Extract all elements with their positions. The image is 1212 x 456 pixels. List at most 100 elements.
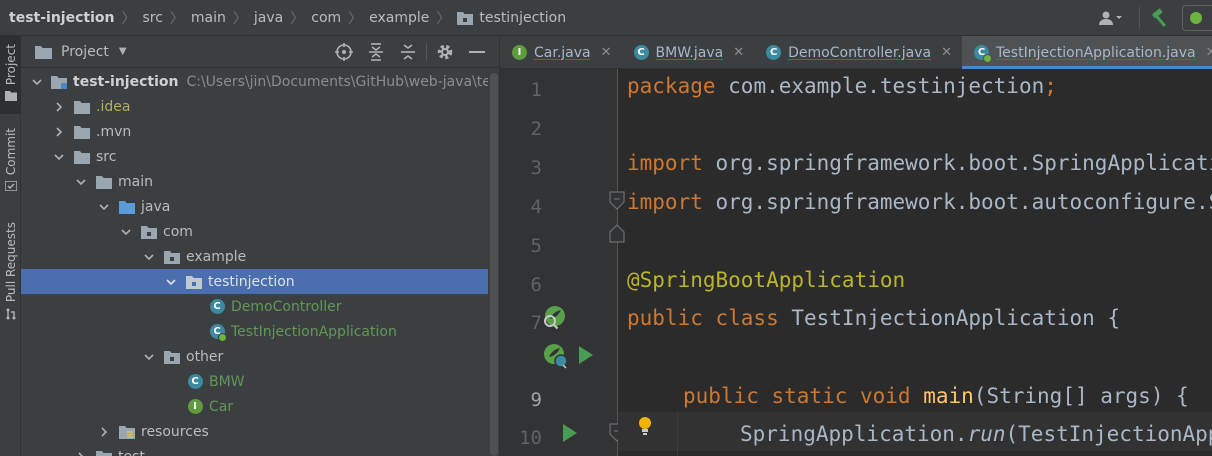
project-tool-window: Project ▼ test-injection C:\Users\jin\Do… <box>21 36 500 456</box>
close-icon[interactable]: ✕ <box>601 45 612 60</box>
chevron-down-icon[interactable] <box>74 175 88 189</box>
tree-item-mvn[interactable]: .mvn <box>21 119 489 144</box>
tree-item-com[interactable]: com <box>21 219 489 244</box>
line-number: 3 <box>530 157 542 179</box>
folder-icon <box>96 449 112 456</box>
code-line-3: import org.springframework.boot.SpringAp… <box>627 151 1212 175</box>
line-number: 1 <box>530 79 542 101</box>
run-configuration-selector[interactable] <box>1182 5 1212 31</box>
chevron-down-icon[interactable] <box>31 75 43 89</box>
project-path: C:\Users\jin\Documents\GitHub\web-java\t… <box>186 73 489 90</box>
code-area[interactable]: package com.example.testinjection; impor… <box>618 69 1212 456</box>
project-view-selector[interactable]: Project ▼ <box>21 44 127 60</box>
tree-label: test-injection <box>73 73 179 90</box>
breadcrumb-example[interactable]: example <box>369 10 429 26</box>
tree-label: .mvn <box>96 123 132 140</box>
tab-testinjectionapplication-java[interactable]: C TestInjectionApplication.java ✕ <box>962 36 1212 69</box>
folder-icon <box>96 174 112 190</box>
tree-item-java[interactable]: java <box>21 194 489 219</box>
lightbulb-icon[interactable] <box>637 416 653 436</box>
breadcrumb-testinjection[interactable]: testinjection <box>457 10 566 26</box>
project-tree: test-injection C:\Users\jin\Documents\Gi… <box>21 69 489 456</box>
breadcrumb-com[interactable]: com <box>311 10 341 26</box>
stripe-commit-button[interactable]: Commit <box>0 128 21 208</box>
build-button[interactable] <box>1146 0 1174 36</box>
tree-item-src[interactable]: src <box>21 144 489 169</box>
tool-window-stripe: Project Commit Pull Requests <box>0 36 21 456</box>
package-icon <box>141 224 157 240</box>
tree-item-resources[interactable]: resources <box>21 419 489 444</box>
chevron-right-icon[interactable] <box>52 100 66 114</box>
select-opened-file-button[interactable] <box>328 36 360 68</box>
folder-icon <box>74 99 90 115</box>
breadcrumb-src[interactable]: src <box>142 10 162 26</box>
close-icon[interactable]: ✕ <box>1206 45 1212 60</box>
breadcrumb-java[interactable]: java <box>254 10 283 26</box>
chevron-right-icon[interactable] <box>52 125 66 139</box>
tree-item-car[interactable]: I Car <box>21 394 489 419</box>
stripe-pull-requests-button[interactable]: Pull Requests <box>0 222 21 324</box>
collapse-all-icon <box>401 44 415 60</box>
hide-panel-button[interactable] <box>461 36 493 68</box>
collapse-all-button[interactable] <box>392 36 424 68</box>
breadcrumb-separator: 〉 <box>169 10 184 27</box>
close-icon[interactable]: ✕ <box>941 45 952 60</box>
tree-item-democontroller[interactable]: C DemoController <box>21 294 489 319</box>
close-icon[interactable]: ✕ <box>733 45 744 60</box>
expand-all-button[interactable] <box>360 36 392 68</box>
tree-item-idea[interactable]: .idea <box>21 94 489 119</box>
package-icon <box>164 249 180 265</box>
tab-bmw-java[interactable]: C BMW.java ✕ <box>622 36 755 69</box>
chevron-down-icon[interactable] <box>142 250 156 264</box>
breadcrumb-main[interactable]: main <box>191 10 226 26</box>
tree-item-testinjectionapplication[interactable]: C TestInjectionApplication <box>21 319 489 344</box>
scrollbar-thumb[interactable] <box>490 73 498 456</box>
tab-car-java[interactable]: I Car.java ✕ <box>500 36 622 69</box>
run-icon[interactable] <box>578 345 594 365</box>
code-editor: I Car.java ✕ C BMW.java ✕ C DemoControll… <box>500 36 1212 456</box>
line-number: 7 <box>530 312 542 334</box>
tree-label: resources <box>141 423 209 440</box>
code-line-1: package com.example.testinjection; <box>627 74 1057 98</box>
chevron-right-icon[interactable] <box>74 450 88 456</box>
run-icon[interactable] <box>562 423 578 443</box>
tree-label: test <box>118 449 145 456</box>
package-icon <box>164 349 180 365</box>
stripe-project-button[interactable]: Project <box>0 36 21 114</box>
line-number: 2 <box>530 118 542 140</box>
chevron-down-icon[interactable] <box>97 200 111 214</box>
tree-item-main[interactable]: main <box>21 169 489 194</box>
breadcrumb-project[interactable]: test-injection <box>9 10 114 26</box>
stripe-pull-requests-label: Pull Requests <box>3 222 18 303</box>
chevron-down-icon[interactable] <box>164 275 178 289</box>
navigation-bar: test-injection 〉 src 〉 main 〉 java 〉 com… <box>0 0 1212 36</box>
tree-item-other[interactable]: other <box>21 344 489 369</box>
tree-label: testinjection <box>208 273 295 290</box>
tree-item-testinjection[interactable]: testinjection <box>21 269 489 294</box>
tree-label: com <box>163 223 193 240</box>
line-number: 4 <box>530 196 542 218</box>
package-folder-icon <box>457 11 474 25</box>
tree-item-bmw[interactable]: C BMW <box>21 369 489 394</box>
chevron-right-icon[interactable] <box>97 425 111 439</box>
tab-democontroller-java[interactable]: C DemoController.java ✕ <box>754 36 962 69</box>
tree-item-test[interactable]: test <box>21 444 489 456</box>
account-button[interactable] <box>1089 0 1133 36</box>
chevron-down-icon[interactable] <box>119 225 133 239</box>
spring-config-icon <box>1190 12 1202 24</box>
project-tree-scrollbar[interactable] <box>488 69 499 456</box>
spring-boot-class-icon: C <box>974 45 992 63</box>
tree-item-example[interactable]: example <box>21 244 489 269</box>
chevron-down-icon[interactable] <box>52 150 66 164</box>
chevron-down-icon[interactable] <box>142 350 156 364</box>
stripe-project-label: Project <box>3 44 18 86</box>
spring-config-icon[interactable] <box>541 343 569 369</box>
spring-boot-class-icon: C <box>209 324 227 342</box>
tree-item-root[interactable]: test-injection C:\Users\jin\Documents\Gi… <box>21 69 489 94</box>
pull-request-icon <box>6 308 15 320</box>
tree-label: main <box>118 173 153 190</box>
settings-button[interactable] <box>429 36 461 68</box>
editor-gutter[interactable]: 1 2 3 4 5 6 7 9 10 <box>500 69 625 456</box>
folder-icon <box>74 124 90 140</box>
spring-bean-icon[interactable] <box>541 305 569 331</box>
